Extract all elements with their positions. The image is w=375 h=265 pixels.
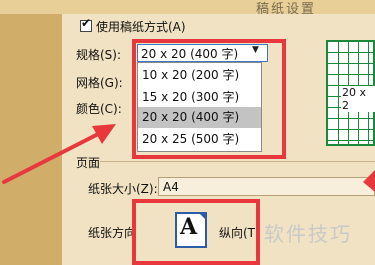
- checkmark-icon: ✔: [81, 16, 92, 30]
- paper-size-select[interactable]: [158, 177, 375, 196]
- grid-label: 网格(G):: [76, 76, 123, 90]
- pointer-arrow-icon: [2, 124, 116, 184]
- close-button[interactable]: [346, 0, 375, 14]
- spec-label: 规格(S):: [76, 48, 122, 62]
- pointer-arrow-icon: [363, 170, 375, 192]
- use-grid-paper-label: 使用稿纸方式(A): [96, 20, 186, 34]
- watermark-text: 软件技巧: [264, 222, 352, 246]
- preview-caption: 20 x 2: [341, 86, 375, 112]
- title-bar: [0, 0, 375, 15]
- preview-grid-line: [338, 42, 339, 144]
- highlight-box-spec: [132, 39, 286, 159]
- paper-size-value: A4: [163, 180, 179, 194]
- section-divider: [100, 161, 375, 162]
- orientation-label: 纸张方向: [88, 226, 137, 240]
- highlight-box-orientation: [132, 199, 260, 265]
